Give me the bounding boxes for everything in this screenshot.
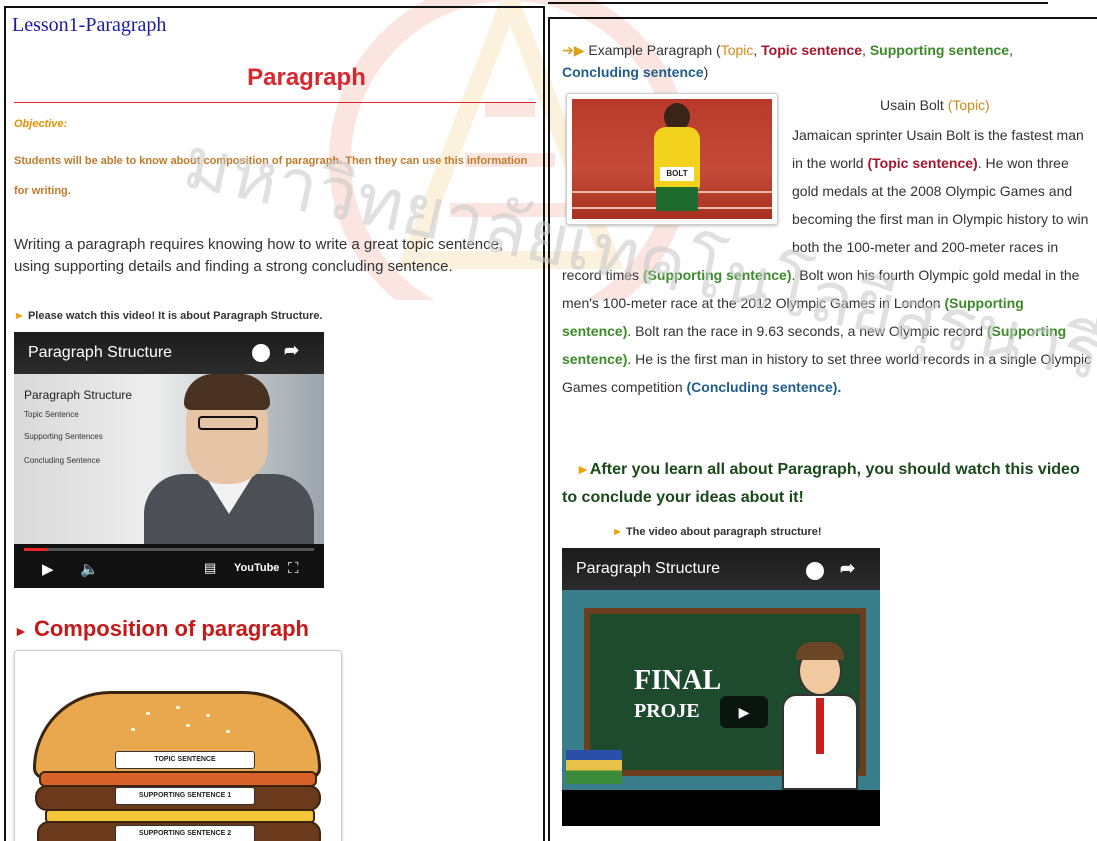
intro-text: Writing a paragraph requires knowing how…: [14, 236, 504, 275]
composition-title: Composition of paragraph: [33, 616, 309, 641]
share-icon[interactable]: ➦: [284, 340, 299, 361]
pointer-arrow-icon: ➔▶: [562, 42, 585, 58]
example-heading: ➔▶ Example Paragraph (Topic, Topic sente…: [562, 42, 1013, 80]
conclusion-heading: ►After you learn all about Paragraph, yo…: [562, 455, 1092, 512]
seed: [176, 706, 180, 709]
concluding-sentence-tag: (Concluding sentence).: [686, 379, 842, 395]
presenter-glasses: [198, 416, 258, 430]
progress-fill: [24, 548, 48, 551]
video-title-bar: Paragraph Structure ➦: [562, 548, 880, 590]
watch-note: ► Please watch this video! It is about P…: [14, 310, 323, 322]
board-line: PROJE: [634, 700, 700, 722]
video-title: Paragraph Structure: [28, 344, 173, 361]
title-divider: [14, 102, 536, 103]
example-title: Usain Bolt (Topic): [880, 97, 990, 113]
example-intro: Example Paragraph (: [588, 42, 721, 58]
topic-sentence-tag: (Topic sentence): [867, 155, 978, 171]
image-float-spacer: [562, 121, 792, 261]
progress-bar[interactable]: [24, 548, 314, 551]
hamburger-diagram: TOPIC SENTENCE SUPPORTING SENTENCE 1 SUP…: [14, 650, 342, 841]
seed: [146, 712, 150, 715]
legend-topic: Topic: [720, 42, 754, 58]
arrow-icon: ►: [576, 461, 590, 477]
conclusion-heading-text: After you learn all about Paragraph, you…: [562, 461, 1080, 506]
example-paragraph: Jamaican sprinter Usain Bolt is the fast…: [562, 121, 1092, 401]
video-player[interactable]: Paragraph Structure Topic Sentence Suppo…: [14, 332, 324, 588]
books-image: [566, 750, 622, 784]
example-title-text: Usain Bolt: [880, 97, 944, 113]
slide-heading: Paragraph Structure: [24, 388, 133, 402]
lesson-title: Lesson1-Paragraph: [12, 14, 167, 36]
share-icon[interactable]: ➦: [840, 558, 855, 579]
burger-label: SUPPORTING SENTENCE 2: [115, 825, 255, 841]
burger-label: TOPIC SENTENCE: [115, 751, 255, 769]
composition-heading: ► Composition of paragraph: [14, 616, 309, 642]
right-panel: ➔▶ Example Paragraph (Topic, Topic sente…: [548, 17, 1097, 841]
board-line: FINAL: [634, 665, 722, 696]
teacher-tie: [816, 698, 824, 754]
left-panel: Lesson1-Paragraph Paragraph Objective: S…: [4, 6, 545, 841]
watch-later-icon[interactable]: [806, 562, 824, 580]
video-frame: Paragraph Structure Topic Sentence Suppo…: [14, 374, 324, 546]
video-note: ► The video about paragraph structure!: [612, 526, 822, 538]
watch-later-icon[interactable]: [252, 344, 270, 362]
legend-supporting-sentence: Supporting sentence: [869, 42, 1010, 58]
seed: [206, 714, 210, 717]
video-note-text: The video about paragraph structure!: [625, 526, 822, 538]
slide-item: Concluding Sentence: [24, 456, 101, 465]
teacher-hair: [796, 642, 844, 660]
top-divider: [548, 2, 1048, 4]
arrow-icon: ►: [14, 310, 25, 322]
seed: [186, 724, 190, 727]
seed: [131, 728, 135, 731]
objective-label: Objective:: [14, 118, 68, 130]
slide-item: Supporting Sentences: [24, 432, 103, 441]
slide-item: Topic Sentence: [24, 410, 79, 419]
video-bottom-bar: [562, 790, 880, 826]
seed: [226, 730, 230, 733]
video-title-bar: Paragraph Structure ➦: [14, 332, 324, 374]
presenter-hair: [184, 374, 270, 410]
play-icon[interactable]: ▶: [42, 560, 54, 578]
objective-text: Students will be able to know about comp…: [14, 155, 528, 197]
video-player[interactable]: FINAL PROJE ▶ Paragraph Structure ➦: [562, 548, 880, 826]
topic-tag: (Topic): [947, 97, 990, 113]
page-title: Paragraph: [247, 64, 366, 91]
board-text: FINAL PROJE: [634, 666, 721, 726]
watch-note-text: Please watch this video! It is about Par…: [27, 310, 323, 322]
video-frame: FINAL PROJE ▶: [562, 590, 880, 790]
arrow-icon: ►: [14, 623, 28, 639]
youtube-logo[interactable]: YouTube: [234, 562, 279, 574]
video-controls: ▶ 🔈 ▤ YouTube ⛶: [14, 544, 324, 588]
sentence: . Bolt ran the race in 9.63 seconds, a n…: [627, 323, 987, 339]
captions-icon[interactable]: ▤: [204, 560, 216, 576]
arrow-icon: ►: [612, 526, 623, 538]
legend-topic-sentence: Topic sentence: [761, 42, 863, 58]
video-title: Paragraph Structure: [576, 560, 721, 577]
volume-icon[interactable]: 🔈: [80, 560, 99, 578]
play-button[interactable]: ▶: [720, 696, 768, 728]
burger-label: SUPPORTING SENTENCE 1: [115, 787, 255, 805]
fullscreen-icon[interactable]: ⛶: [288, 560, 299, 577]
supporting-sentence-tag: (Supporting sentence): [642, 267, 792, 283]
legend-concluding-sentence: Concluding sentence: [562, 64, 704, 80]
